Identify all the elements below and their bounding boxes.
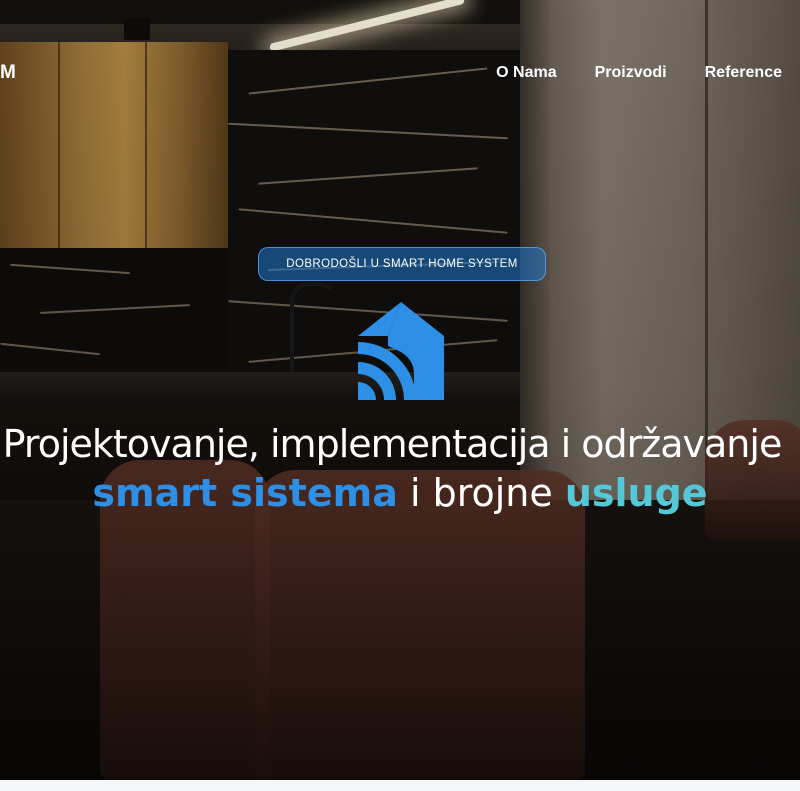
site-logo[interactable]: M xyxy=(0,62,16,84)
nav-item-proizvodi[interactable]: Proizvodi xyxy=(595,64,667,82)
headline-line-2: smart sistema i brojne usluge xyxy=(0,469,800,518)
section-divider xyxy=(0,780,800,791)
nav-item-o-nama[interactable]: O Nama xyxy=(496,64,556,82)
headline-highlight-smart: smart sistema xyxy=(92,471,398,515)
headline-connector: i brojne xyxy=(397,471,565,515)
welcome-badge: DOBRODOŠLI U SMART HOME SYSTEM xyxy=(258,247,546,281)
hero-headline: Projektovanje, implementacija i održavan… xyxy=(0,420,800,518)
main-nav: O Nama Proizvodi Reference xyxy=(496,64,782,82)
headline-highlight-usluge: usluge xyxy=(564,471,708,515)
nav-item-reference[interactable]: Reference xyxy=(705,64,782,82)
smart-home-wifi-icon xyxy=(358,302,444,400)
headline-line-1: Projektovanje, implementacija i održavan… xyxy=(2,422,783,466)
